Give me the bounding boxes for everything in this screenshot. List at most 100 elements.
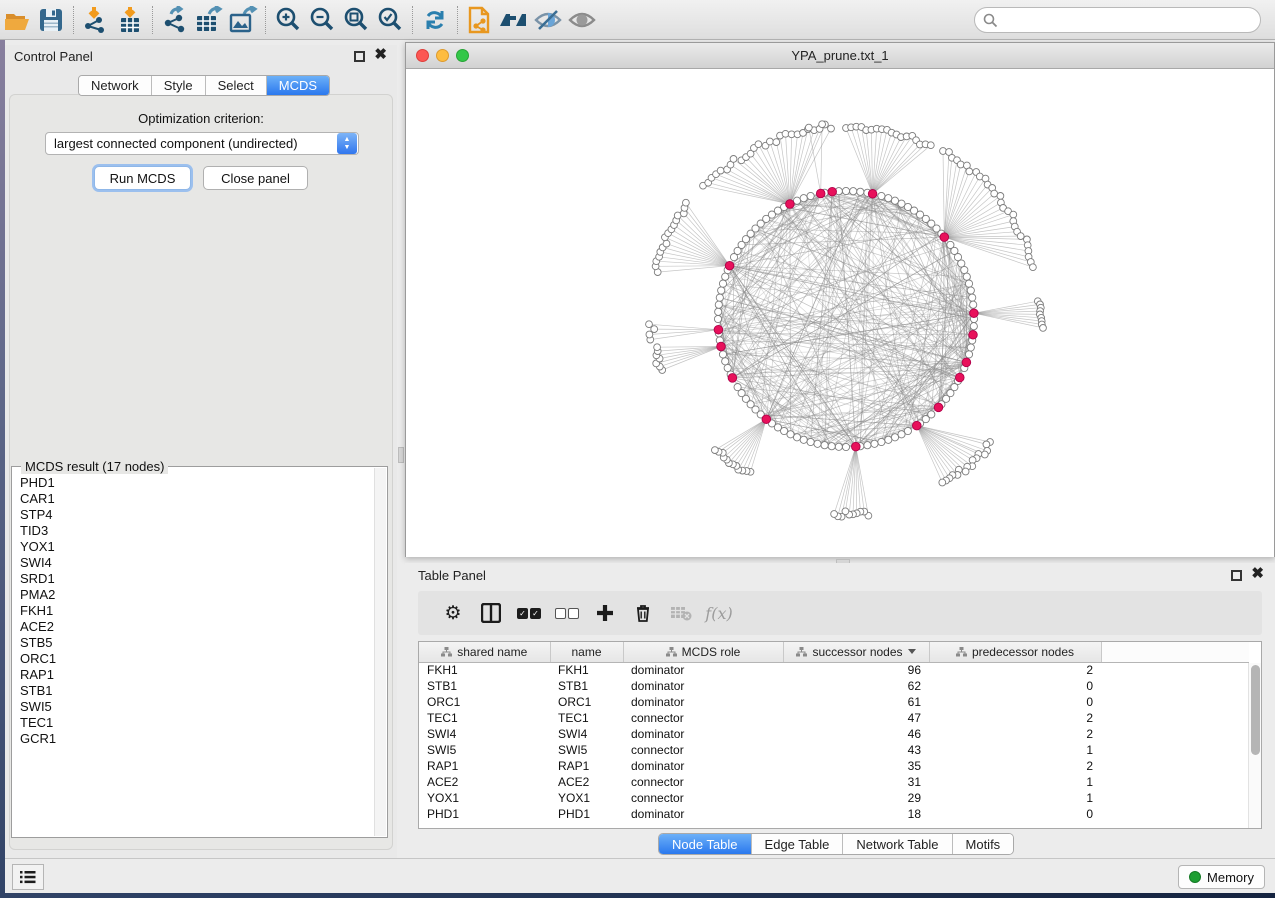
graph-satellite-node[interactable] <box>819 121 826 128</box>
table-scrollbar-thumb[interactable] <box>1251 665 1260 755</box>
graph-satellite-node[interactable] <box>1010 211 1017 218</box>
graph-node[interactable] <box>719 280 726 287</box>
panel-splitter[interactable] <box>397 45 405 858</box>
table-cell[interactable]: ACE2 <box>419 774 550 790</box>
mcds-result-item[interactable]: RAP1 <box>14 667 373 683</box>
graph-satellite-node[interactable] <box>927 142 934 149</box>
zoom-in-icon[interactable] <box>271 5 305 35</box>
table-cell[interactable]: ORC1 <box>550 694 623 710</box>
graph-satellite-node[interactable] <box>828 125 835 132</box>
graph-node[interactable] <box>857 188 864 195</box>
mcds-result-item[interactable]: GCR1 <box>14 731 373 747</box>
table-cell[interactable]: STB1 <box>550 678 623 694</box>
mcds-result-item[interactable]: SRD1 <box>14 571 373 587</box>
graph-node[interactable] <box>878 438 885 445</box>
graph-node[interactable] <box>722 273 729 280</box>
hide-graphics-details-icon[interactable] <box>531 5 565 35</box>
tab-select[interactable]: Select <box>205 76 266 95</box>
mcds-result-item[interactable]: SWI4 <box>14 555 373 571</box>
table-cell[interactable]: 2 <box>929 662 1101 678</box>
graph-mcds-node[interactable] <box>786 200 795 209</box>
export-table-icon[interactable] <box>192 5 226 35</box>
graph-satellite-node[interactable] <box>646 321 653 328</box>
table-cell[interactable]: FKH1 <box>550 662 623 678</box>
tab-motifs[interactable]: Motifs <box>952 834 1014 854</box>
table-row[interactable]: SWI5SWI5connector431 <box>419 742 1249 758</box>
graph-mcds-node[interactable] <box>970 309 979 318</box>
save-session-icon[interactable] <box>34 5 68 35</box>
graph-satellite-node[interactable] <box>767 138 774 145</box>
table-cell[interactable]: connector <box>623 742 783 758</box>
table-row[interactable]: ACE2ACE2connector311 <box>419 774 1249 790</box>
table-cell[interactable]: STB1 <box>419 678 550 694</box>
graph-node[interactable] <box>842 187 849 194</box>
graph-mcds-node[interactable] <box>714 325 723 334</box>
table-cell[interactable]: 0 <box>929 806 1101 822</box>
table-cell[interactable]: 61 <box>783 694 929 710</box>
select-all-checkboxes-icon[interactable]: ✓✓ <box>510 608 548 619</box>
graph-satellite-node[interactable] <box>663 240 670 247</box>
column-header-shared-name[interactable]: shared name <box>419 642 550 662</box>
network-from-file-icon[interactable] <box>463 5 497 35</box>
graph-node[interactable] <box>967 287 974 294</box>
refresh-view-icon[interactable] <box>418 5 452 35</box>
table-cell[interactable]: 31 <box>783 774 929 790</box>
network-graph[interactable] <box>406 69 1274 557</box>
graph-satellite-node[interactable] <box>957 161 964 168</box>
find-icon[interactable] <box>497 5 531 35</box>
sort-descending-icon[interactable] <box>908 649 916 654</box>
graph-node[interactable] <box>885 436 892 443</box>
table-row[interactable]: RAP1RAP1dominator352 <box>419 758 1249 774</box>
column-header-predecessor-nodes[interactable]: predecessor nodes <box>929 642 1101 662</box>
table-options-icon[interactable]: ⚙ <box>434 602 472 625</box>
table-cell[interactable]: 43 <box>783 742 929 758</box>
table-cell[interactable]: 29 <box>783 790 929 806</box>
zoom-selected-icon[interactable] <box>373 5 407 35</box>
graph-node[interactable] <box>864 442 871 449</box>
graph-satellite-node[interactable] <box>1030 264 1037 271</box>
graph-mcds-node[interactable] <box>934 403 943 412</box>
graph-mcds-node[interactable] <box>717 342 726 351</box>
graph-satellite-node[interactable] <box>962 468 969 475</box>
mcds-result-item[interactable]: TID3 <box>14 523 373 539</box>
mcds-result-item[interactable]: TEC1 <box>14 715 373 731</box>
graph-mcds-node[interactable] <box>728 374 737 383</box>
table-cell[interactable]: 96 <box>783 662 929 678</box>
graph-satellite-node[interactable] <box>997 193 1004 200</box>
run-mcds-button[interactable]: Run MCDS <box>94 166 191 190</box>
graph-node[interactable] <box>835 443 842 450</box>
table-cell[interactable]: dominator <box>623 758 783 774</box>
network-canvas[interactable] <box>406 69 1274 557</box>
graph-mcds-node[interactable] <box>913 421 922 430</box>
criterion-dropdown[interactable]: largest connected component (undirected)… <box>45 132 359 155</box>
table-row[interactable]: PHD1PHD1dominator180 <box>419 806 1249 822</box>
table-cell[interactable]: 35 <box>783 758 929 774</box>
mcds-result-item[interactable]: STB5 <box>14 635 373 651</box>
graph-node[interactable] <box>963 273 970 280</box>
mcds-result-list[interactable]: PHD1CAR1STP4TID3YOX1SWI4SRD1PMA2FKH1ACE2… <box>14 469 373 835</box>
tab-edge-table[interactable]: Edge Table <box>751 834 843 854</box>
graph-node[interactable] <box>842 443 849 450</box>
mcds-result-item[interactable]: ORC1 <box>14 651 373 667</box>
table-cell[interactable]: 2 <box>929 726 1101 742</box>
export-network-icon[interactable] <box>158 5 192 35</box>
graph-node[interactable] <box>871 440 878 447</box>
float-table-panel-icon[interactable] <box>1231 570 1242 581</box>
network-window-titlebar[interactable]: YPA_prune.txt_1 <box>406 43 1274 69</box>
table-cell[interactable]: 0 <box>929 694 1101 710</box>
graph-node[interactable] <box>814 440 821 447</box>
table-cell[interactable]: 0 <box>929 678 1101 694</box>
mcds-result-item[interactable]: STB1 <box>14 683 373 699</box>
graph-satellite-node[interactable] <box>683 199 690 206</box>
memory-button[interactable]: Memory <box>1178 865 1265 889</box>
graph-node[interactable] <box>828 443 835 450</box>
graph-mcds-node[interactable] <box>828 187 837 196</box>
graph-satellite-node[interactable] <box>939 479 946 486</box>
graph-node[interactable] <box>724 364 731 371</box>
graph-satellite-node[interactable] <box>831 511 838 518</box>
table-cell[interactable]: PHD1 <box>550 806 623 822</box>
column-header-successor-nodes[interactable]: successor nodes <box>783 642 929 662</box>
graph-satellite-node[interactable] <box>646 331 653 338</box>
graph-satellite-node[interactable] <box>717 167 724 174</box>
table-cell[interactable]: connector <box>623 774 783 790</box>
